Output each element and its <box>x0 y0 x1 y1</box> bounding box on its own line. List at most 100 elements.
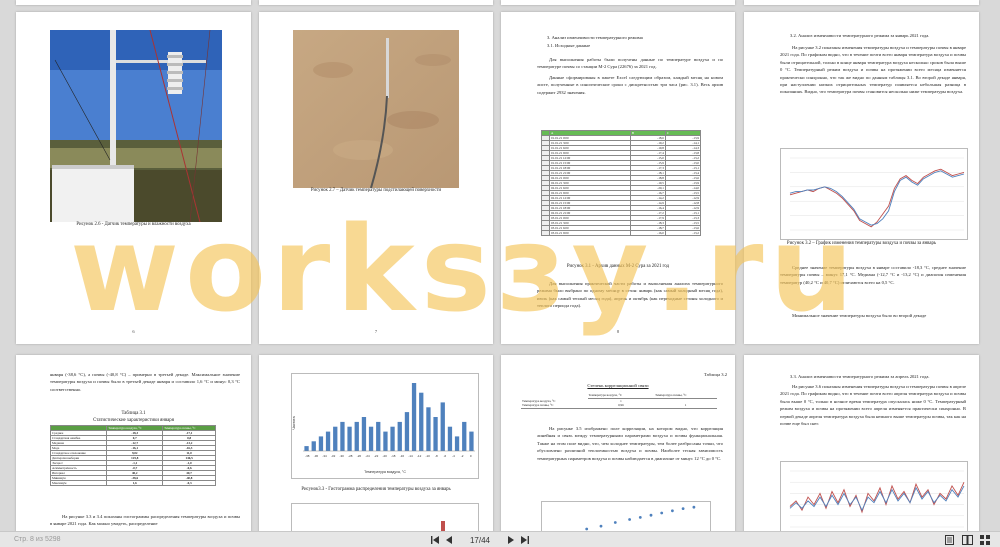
next-page-icon[interactable] <box>504 534 518 546</box>
table-row: 03.01.21 9:00 -16,0 -13,2 <box>541 230 702 236</box>
section-heading: 3.2. Анализ изменчивости температурного … <box>790 33 930 38</box>
data-archive-table: A B C 01.01.21 0:00 -18,6 -13,9 01.01.21 3:… <box>541 130 702 236</box>
scatter-point <box>638 516 642 519</box>
page-number: 8 <box>616 329 620 334</box>
soil-sensor-photo <box>293 30 459 188</box>
statistics-table: Температура воздуха, °С Температура почвы… <box>49 425 216 486</box>
subsection-heading: 3.1. Исходные данные <box>547 43 591 48</box>
grid-view-icon[interactable] <box>978 534 992 546</box>
air-temperature-histogram: -38 -36 -34 -32 -30 -28 -26 -24 -22 -20 -18 -16 -14-… <box>291 373 479 479</box>
page-9[interactable]: 3.2. Анализ изменчивости температурного … <box>744 12 979 344</box>
figure-caption: Рисунок 3.2 – График изменения температу… <box>786 241 937 246</box>
histogram-bar <box>440 402 445 451</box>
row-number <box>541 230 550 236</box>
two-page-view-icon[interactable] <box>960 534 974 546</box>
correlation-table: Температура воздуха, °С Температура почв… <box>521 393 717 409</box>
figure-caption: Рисунок3.3 - Гистограмма распределения т… <box>301 487 451 492</box>
histogram-bar <box>462 421 467 451</box>
scatter-point <box>649 513 653 517</box>
section-heading: 3. Анализ изменчивости температурного ре… <box>547 35 643 40</box>
paragraph: Среднее значение температуры воздуха в я… <box>780 265 966 285</box>
page-6[interactable]: Рисунок 2.6 - Датчик температуры и влажн… <box>16 12 251 344</box>
table-title: Степень корреляционной связи <box>587 383 649 388</box>
histogram-bar <box>447 426 453 451</box>
histogram-bar <box>376 421 381 451</box>
scatter-point <box>628 518 631 521</box>
paragraph: На рисунке 3.6 показаны изменения темпер… <box>780 384 967 427</box>
histogram-bar <box>347 426 352 451</box>
page-12[interactable]: Таблица 3.2 Степень корреляционной связи… <box>501 355 735 537</box>
histogram-tick-label: -32 <box>331 454 336 458</box>
table-row: Дисперсия выборки 125,8 146,5 <box>49 455 216 461</box>
histogram-bar <box>411 383 417 451</box>
histogram-tick-label: -20 <box>383 454 388 458</box>
paragraph: января (-38,6 °С), а почвы (-40,8 °С) – … <box>50 372 240 392</box>
paragraph: Для выполнения практической части работы… <box>537 281 723 309</box>
paragraph: На рисунке 3.3 и 3.4 показаны гистограмм… <box>50 514 240 527</box>
histogram-bar <box>361 417 367 451</box>
page-11[interactable]: -38 -36 -34 -32 -30 -28 -26 -24 -22 -20 -18 -16 -14-… <box>259 355 493 537</box>
histogram-bar <box>304 446 309 451</box>
scatter-point <box>692 505 696 509</box>
table-row: Температура почвы, °С 0,96 1 <box>521 403 717 409</box>
first-page-icon[interactable] <box>428 534 442 546</box>
page-fragment <box>501 0 735 5</box>
paragraph: Минимальное значение температуры воздуха… <box>792 313 927 318</box>
figure-caption: Рисунок 2.7 – Датчик температуры подстил… <box>310 188 442 193</box>
paragraph: Данные сформированы в пакете Excel следу… <box>537 75 723 95</box>
last-page-icon[interactable] <box>518 534 532 546</box>
scatter-point <box>671 509 674 513</box>
histogram-tick-label: -4 <box>452 454 455 458</box>
document-viewer: Рисунок 2.6 - Датчик температуры и влажн… <box>0 0 1000 547</box>
section-heading: 3.3. Анализ изменчивости температурного … <box>790 374 930 379</box>
scatter-point <box>660 511 664 515</box>
table-row: Асимметричность -0,7 -0,6 <box>49 465 216 471</box>
histogram-tick-label: -18 <box>391 454 396 458</box>
histogram-tick-label: -30 <box>340 454 345 458</box>
histogram-bar <box>454 436 460 451</box>
page-navigation: 17/44 <box>428 534 532 546</box>
histogram-bar <box>318 436 324 451</box>
status-text: Стр. 8 из 5298 <box>14 536 61 543</box>
histogram-tick-label: -24 <box>365 454 370 458</box>
page-7[interactable]: Рисунок 2.7 – Датчик температуры подстил… <box>259 12 493 344</box>
table-cell: 03.01.21 9:00 <box>549 230 631 236</box>
sensor-photo <box>50 30 222 222</box>
histogram-tick-label: -28 <box>348 454 353 458</box>
page-fragment <box>259 0 493 5</box>
single-page-view-icon[interactable] <box>942 534 956 546</box>
scatter-point <box>681 507 685 510</box>
histogram-tick-label: -8 <box>435 454 438 458</box>
table-cell: 1 <box>654 403 717 409</box>
table-cell: 1,6 <box>106 480 164 486</box>
histogram-bar <box>469 431 474 451</box>
histogram-tick-label: -36 <box>314 454 319 458</box>
page-fragment <box>16 0 251 5</box>
previous-page-icon[interactable] <box>442 534 456 546</box>
january-temperature-chart <box>780 148 968 240</box>
histogram-tick-label: -2 <box>461 454 464 458</box>
paragraph: На рисунке 3.2 показаны изменения темпер… <box>780 45 966 95</box>
histogram-bar <box>404 412 410 451</box>
histogram-xlabel: Температура воздуха, °С <box>364 470 406 474</box>
page-13[interactable]: 3.3. Анализ изменчивости температурного … <box>744 355 979 537</box>
viewer-toolbar: Стр. 8 из 5298 17/44 <box>0 531 1000 547</box>
page-8[interactable]: 3. Анализ изменчивости температурного ре… <box>501 12 735 344</box>
table-cell: Максимум <box>49 480 108 486</box>
scatter-point <box>599 524 603 528</box>
table-row: Стандартное отклонение 9,02 11,0 <box>49 450 216 456</box>
figure-caption: Рисунок 2.6 - Датчик температуры и влажн… <box>76 222 191 227</box>
table-cell: -16,0 <box>629 230 666 236</box>
histogram-bar <box>383 431 388 451</box>
table-number: Таблица 3.1 <box>121 411 146 416</box>
page-number: 7 <box>374 329 378 334</box>
page-10[interactable]: января (-38,6 °С), а почвы (-40,8 °С) – … <box>16 355 251 537</box>
table-row: Стандартная ошибка 0,7 0,8 <box>49 435 216 441</box>
page-indicator[interactable]: 17/44 <box>466 536 494 545</box>
histogram-bar <box>333 426 338 451</box>
table-row: Максимум 1,6 -0,3 <box>49 480 216 486</box>
histogram-bar <box>419 392 424 451</box>
histogram-bar <box>426 407 431 451</box>
page-fragment <box>744 0 979 5</box>
histogram-tick-label: -16 <box>400 454 405 458</box>
